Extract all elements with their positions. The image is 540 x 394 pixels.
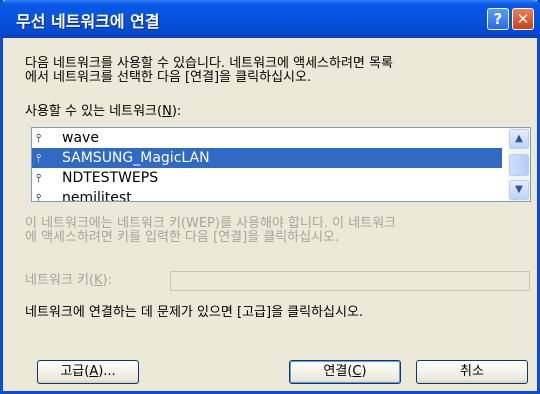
- cancel-button[interactable]: 취소: [416, 360, 528, 384]
- network-key-accesskey: K: [94, 273, 103, 288]
- advanced-button[interactable]: 고급(A)...: [37, 360, 139, 384]
- title-bar[interactable]: 무선 네트워크에 연결 ? ✕: [0, 0, 540, 38]
- advanced-label: 고급(: [60, 364, 90, 379]
- network-key-label-suffix: ):: [102, 273, 112, 288]
- close-button[interactable]: ✕: [512, 8, 534, 30]
- network-name: wave: [62, 130, 99, 146]
- available-networks-label: 사용할 수 있는 네트워크(N):: [25, 105, 181, 119]
- network-key-field[interactable]: [170, 271, 530, 291]
- help-text: 네트워크에 연결하는 데 문제가 있으면 [고급]을 클릭하십시오.: [25, 305, 364, 320]
- list-item[interactable]: ⫯ nemilitest: [32, 188, 502, 202]
- arrow-down-icon[interactable]: ▼: [509, 180, 529, 200]
- help-button[interactable]: ?: [487, 8, 509, 30]
- advanced-suffix: )...: [98, 364, 116, 379]
- scrollbar-thumb[interactable]: [509, 154, 529, 176]
- wireless-network-icon: ⫯: [36, 131, 42, 145]
- network-key-label-text: 네트워크 키(: [25, 273, 95, 288]
- list-item[interactable]: ⫯ wave: [32, 128, 502, 148]
- advanced-accesskey: A: [89, 364, 99, 379]
- wireless-network-icon: ⫯: [36, 171, 42, 185]
- window-title: 무선 네트워크에 연결: [16, 12, 160, 31]
- wep-note-line-1: 이 네트워크에는 네트워크 키(WEP)를 사용해야 합니다. 이 네트워크: [25, 216, 397, 231]
- network-key-label: 네트워크 키(K):: [25, 274, 112, 288]
- available-label-text: 사용할 수 있는 네트워크(: [25, 104, 163, 119]
- dialog-window: 무선 네트워크에 연결 ? ✕ 다음 네트워크를 사용할 수 있습니다. 네트워…: [0, 0, 540, 394]
- network-name: nemilitest: [62, 190, 132, 202]
- network-name: NDTESTWEPS: [62, 170, 159, 186]
- wireless-network-icon: ⫯: [36, 191, 42, 202]
- connect-button[interactable]: 연결(C): [289, 360, 401, 384]
- instruction-line-1: 다음 네트워크를 사용할 수 있습니다. 네트워크에 액세스하려면 목록: [25, 56, 393, 71]
- wep-note-line-2: 에 액세스하려면 키를 입력한 다음 [연결]을 클릭하십시오.: [25, 230, 340, 245]
- network-name: SAMSUNG_MagicLAN: [62, 150, 210, 166]
- connect-label: 연결(: [323, 364, 353, 379]
- connect-suffix: ): [361, 364, 367, 379]
- wireless-network-icon: ⫯: [36, 151, 42, 165]
- network-list[interactable]: ⫯ wave ⫯ SAMSUNG_MagicLAN ⫯ NDTESTWEPS ⫯…: [31, 127, 531, 202]
- list-item[interactable]: ⫯ SAMSUNG_MagicLAN: [32, 148, 502, 168]
- list-item[interactable]: ⫯ NDTESTWEPS: [32, 168, 502, 188]
- dialog-content: 다음 네트워크를 사용할 수 있습니다. 네트워크에 액세스하려면 목록 에서 …: [3, 38, 537, 391]
- network-list-scrollbar[interactable]: ▲ ▼: [508, 128, 530, 201]
- arrow-up-icon[interactable]: ▲: [509, 129, 529, 149]
- connect-accesskey: C: [352, 364, 362, 379]
- available-label-suffix: ):: [171, 104, 182, 119]
- instruction-line-2: 에서 네트워크를 선택한 다음 [연결]을 클릭하십시오.: [25, 70, 312, 85]
- available-label-accesskey: N: [162, 104, 172, 119]
